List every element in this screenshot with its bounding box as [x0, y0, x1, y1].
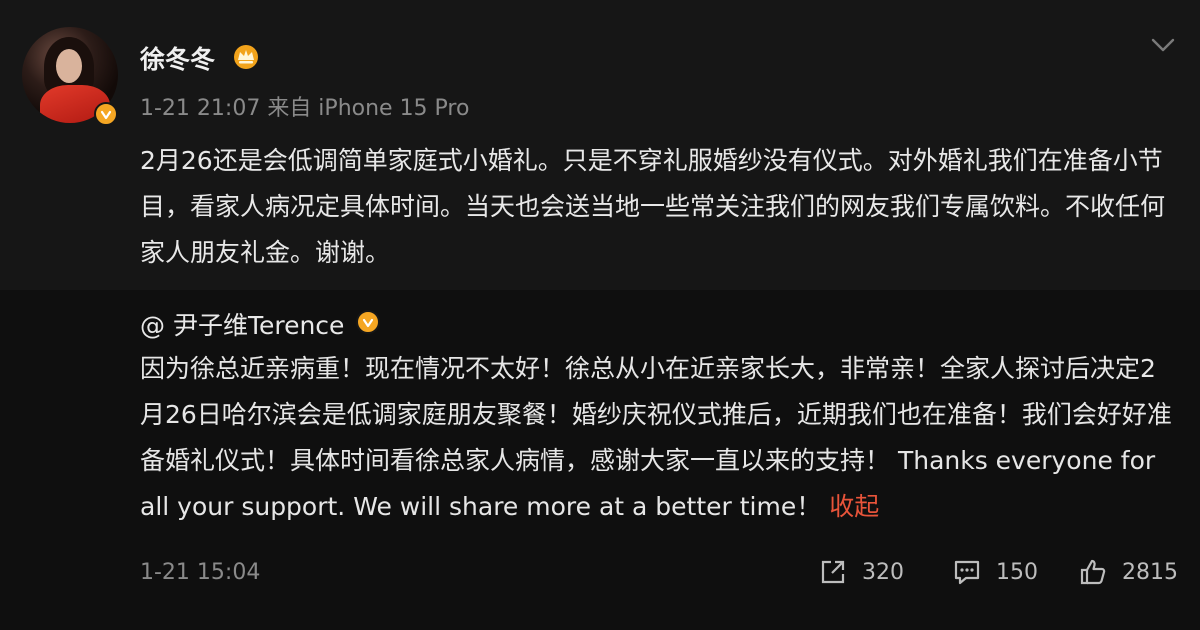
verified-badge-icon: [94, 102, 118, 126]
comment-button[interactable]: 150: [952, 556, 1038, 588]
share-button[interactable]: 320: [818, 556, 904, 588]
comment-icon: [954, 560, 980, 585]
post-meta: 1-21 21:07 来自 iPhone 15 Pro: [140, 96, 470, 121]
verified-badge-icon: [356, 310, 380, 334]
repost-card[interactable]: @ 尹子维Terence 因为徐总近亲病重！现在情况不太好！徐总从小在近亲家长大…: [0, 290, 1200, 630]
like-count: 2815: [1122, 559, 1178, 585]
repost-author[interactable]: @ 尹子维Terence: [140, 306, 344, 342]
repost-body-text: 因为徐总近亲病重！现在情况不太好！徐总从小在近亲家长大，非常亲！全家人探讨后决定…: [140, 354, 1172, 521]
post-card: 徐冬冬 1-21 21:07 来自 iPhone 15 Pro 2月26还是会低…: [0, 0, 1200, 290]
repost-body: 因为徐总近亲病重！现在情况不太好！徐总从小在近亲家长大，非常亲！全家人探讨后决定…: [140, 346, 1180, 530]
chevron-down-icon[interactable]: [1150, 36, 1176, 54]
avatar-face: [56, 49, 82, 83]
share-icon: [821, 560, 845, 584]
post-body: 2月26还是会低调简单家庭式小婚礼。只是不穿礼服婚纱没有仪式。对外婚礼我们在准备…: [140, 146, 1166, 267]
repost-timestamp: 1-21 15:04: [140, 560, 261, 585]
share-count: 320: [862, 559, 904, 585]
username[interactable]: 徐冬冬: [140, 40, 215, 76]
collapse-link[interactable]: 收起: [829, 492, 879, 521]
thumbs-up-icon: [1080, 559, 1106, 585]
like-button[interactable]: 2815: [1078, 556, 1178, 588]
comment-count: 150: [996, 559, 1038, 585]
crown-icon: [234, 45, 258, 69]
